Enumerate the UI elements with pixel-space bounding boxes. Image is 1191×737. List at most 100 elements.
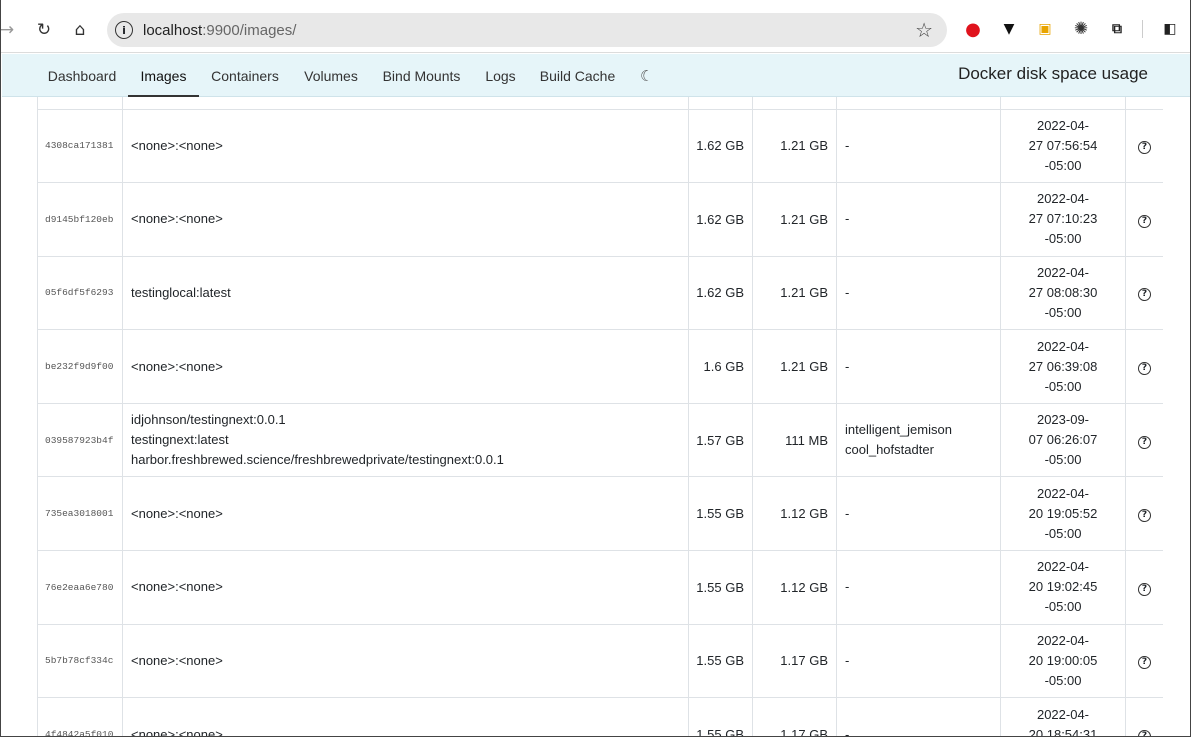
created-line: -05:00	[1044, 525, 1082, 541]
brave-icon[interactable]: ▼	[999, 19, 1019, 39]
image-size-cell: 1.55 GB	[688, 623, 753, 699]
container-name: -	[845, 284, 850, 300]
table-row[interactable]: d9145bf120eb <none>:<none> 1.62 GB 1.21 GB -…	[37, 182, 1163, 257]
help-icon[interactable]: ?	[1138, 435, 1151, 449]
shared-size-cell: 1.21 GB	[752, 255, 837, 331]
image-size-cell: 1.57 GB	[688, 402, 753, 478]
images-table: 4308ca171381 <none>:<none> 1.62 GB 1.21 GB -…	[37, 97, 1163, 737]
image-tags-cell: <none>:<none>	[122, 550, 689, 625]
shared-size-cell: 1.21 GB	[752, 182, 837, 257]
site-info-icon[interactable]: i	[115, 21, 133, 39]
container-name: cool_hofstadter	[845, 442, 934, 458]
info-cell: ?	[1125, 550, 1163, 625]
container-name: -	[845, 652, 850, 668]
help-icon[interactable]: ?	[1138, 362, 1151, 376]
shared-size-cell: 1.21 GB	[752, 329, 837, 404]
created-line: 2022-04-	[1036, 485, 1090, 501]
table-row[interactable]: 76e2eaa6e780 <none>:<none> 1.55 GB 1.12 GB -…	[37, 550, 1163, 625]
reload-icon[interactable]: ↻	[28, 14, 60, 46]
shared-size-cell: 1.21 GB	[752, 108, 837, 184]
container-name: -	[845, 726, 850, 737]
created-line: -05:00	[1044, 599, 1082, 615]
created-line: 20 19:00:05	[1028, 652, 1098, 668]
table-row[interactable]: 4308ca171381 <none>:<none> 1.62 GB 1.21 GB -…	[37, 108, 1163, 184]
tab-images[interactable]: Images	[128, 54, 199, 97]
containers-cell: -	[836, 623, 1001, 699]
created-line: -05:00	[1044, 304, 1082, 320]
tab-dashboard[interactable]: Dashboard	[37, 54, 127, 97]
image-tags-cell: <none>:<none>	[122, 108, 689, 184]
image-id-cell: 735ea3018001	[37, 476, 123, 552]
shared-size-cell: 1.17 GB	[752, 697, 837, 736]
info-cell: ?	[1125, 182, 1163, 257]
help-icon[interactable]: ?	[1138, 656, 1151, 670]
image-id-cell: be232f9d9f00	[37, 329, 123, 404]
app-navbar: Dashboard Images Containers Volumes Bind…	[2, 54, 1190, 97]
puzzle-icon[interactable]: ⧉	[1107, 19, 1127, 39]
containers-cell: -	[836, 255, 1001, 331]
table-row[interactable]: 735ea3018001 <none>:<none> 1.55 GB 1.12 GB -…	[37, 476, 1163, 552]
help-icon[interactable]: ?	[1138, 582, 1151, 596]
tab-logs[interactable]: Logs	[476, 54, 525, 97]
opera-icon[interactable]: ●	[963, 19, 983, 40]
help-icon[interactable]: ?	[1138, 730, 1151, 736]
image-tags-cell: <none>:<none>	[122, 697, 689, 736]
image-id-cell: d9145bf120eb	[37, 182, 123, 257]
shared-size-cell: 1.12 GB	[752, 476, 837, 552]
shared-size-cell: 111 MB	[752, 402, 837, 478]
table-row[interactable]: 05f6df5f6293 testinglocal:latest 1.62 GB 1.…	[37, 255, 1163, 331]
created-line: 2022-04-	[1036, 191, 1090, 207]
info-cell: ?	[1125, 697, 1163, 736]
containers-cell: -	[836, 108, 1001, 184]
info-cell: ?	[1125, 402, 1163, 478]
home-icon[interactable]: ⌂	[64, 14, 96, 46]
created-line: 2022-04-	[1036, 559, 1090, 575]
image-size-cell: 1.62 GB	[688, 182, 753, 257]
created-line: 2022-04-	[1036, 338, 1090, 354]
extension-color-icon[interactable]: ▣	[1035, 19, 1055, 39]
image-tags-cell: <none>:<none>	[122, 329, 689, 404]
url-host: localhost	[143, 22, 203, 39]
tab-build-cache[interactable]: Build Cache	[531, 54, 624, 97]
created-line: 2022-04-	[1036, 264, 1090, 280]
table-row[interactable]: 5b7b78cf334c <none>:<none> 1.55 GB 1.17 GB -…	[37, 623, 1163, 699]
created-cell: 2022-04- 20 19:05:52 -05:00	[1000, 476, 1126, 552]
container-name: intelligent_jemison	[845, 422, 952, 438]
sidebar-icon[interactable]: ◧	[1160, 19, 1180, 39]
table-row[interactable]: 039587923b4f idjohnson/testingnext:0.0.1 t…	[37, 402, 1163, 478]
created-line: 07 06:26:07	[1028, 432, 1098, 448]
help-icon[interactable]: ?	[1138, 141, 1151, 155]
image-tag: <none>:<none>	[131, 137, 223, 153]
tab-bind-mounts[interactable]: Bind Mounts	[374, 54, 469, 97]
help-icon[interactable]: ?	[1138, 509, 1151, 523]
containers-cell: -	[836, 329, 1001, 404]
image-size-cell: 1.62 GB	[688, 108, 753, 184]
star-icon[interactable]: ☆	[915, 18, 933, 42]
created-line: 2022-04-	[1036, 632, 1090, 648]
container-name: -	[845, 358, 850, 374]
table-row[interactable]: be232f9d9f00 <none>:<none> 1.6 GB 1.21 GB - 2…	[37, 329, 1163, 404]
created-cell: 2022-04- 27 07:10:23 -05:00	[1000, 182, 1126, 257]
image-tags-cell: <none>:<none>	[122, 476, 689, 552]
back-icon[interactable]: →	[1, 14, 23, 46]
containers-cell: -	[836, 550, 1001, 625]
container-name: -	[845, 505, 850, 521]
tab-volumes[interactable]: Volumes	[293, 54, 369, 97]
tab-containers[interactable]: Containers	[200, 54, 290, 97]
image-tags-cell: <none>:<none>	[122, 623, 689, 699]
help-icon[interactable]: ?	[1138, 288, 1151, 302]
info-cell: ?	[1125, 476, 1163, 552]
image-tag: <none>:<none>	[131, 505, 223, 521]
image-id-cell: 4f4842a5f010	[37, 697, 123, 736]
image-tag: <none>:<none>	[131, 579, 223, 595]
table-row[interactable]: 4f4842a5f010 <none>:<none> 1.55 GB 1.17 GB -…	[37, 697, 1163, 737]
address-bar[interactable]: i localhost:9900/images/ ☆	[107, 13, 947, 47]
created-line: 2023-09-	[1036, 412, 1090, 428]
help-icon[interactable]: ?	[1138, 214, 1151, 228]
created-line: 27 07:10:23	[1028, 211, 1098, 227]
created-line: 20 18:54:31	[1028, 726, 1098, 737]
moon-icon[interactable]: ☾	[640, 67, 653, 85]
url-text[interactable]: localhost:9900/images/	[143, 22, 296, 39]
gear-ext-icon[interactable]: ✺	[1071, 19, 1091, 39]
created-cell: 2022-04- 27 07:56:54 -05:00	[1000, 108, 1126, 184]
